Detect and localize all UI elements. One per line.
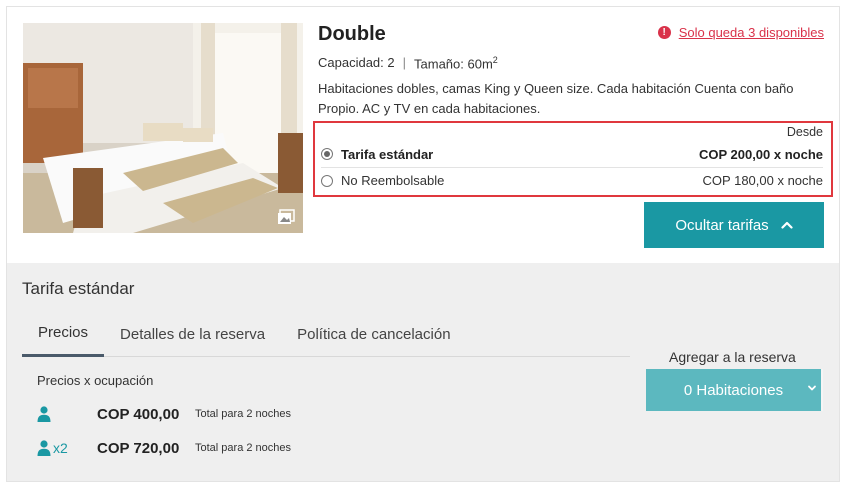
availability-link[interactable]: Solo queda 3 disponibles [679, 25, 824, 40]
capacity-text: Capacidad: 2 [318, 55, 395, 70]
availability-notice[interactable]: ! Solo queda 3 disponibles [657, 25, 824, 40]
price-note: Total para 2 noches [195, 408, 292, 420]
tab-prices[interactable]: Precios [22, 311, 105, 357]
rooms-select-value: 0 Habitaciones [683, 381, 784, 399]
rate-name: Tarifa estándar [341, 146, 434, 162]
rooms-quantity-select[interactable]: 0 Habitaciones [646, 369, 823, 411]
price-row-single: COP 400,00 Total para 2 noches [37, 406, 291, 423]
rate-radio-nonrefundable[interactable] [321, 174, 333, 187]
rate-name: No Reembolsable [341, 173, 445, 188]
rate-price: COP 180,00 x noche [702, 173, 823, 188]
person-icon [37, 406, 51, 422]
rate-details-title: Tarifa estándar [22, 279, 135, 298]
rate-option-nonrefundable[interactable]: No Reembolsable COP 180,00 x noche [321, 167, 823, 193]
person-icon [37, 440, 51, 456]
room-title: Double [318, 23, 386, 45]
chevron-down-icon [808, 385, 816, 391]
price-amount: COP 400,00 [97, 405, 180, 423]
price-amount: COP 720,00 [97, 439, 180, 457]
size-sup: 2 [492, 55, 498, 65]
add-to-booking-label: Agregar a la reserva [669, 349, 796, 365]
rate-radio-standard[interactable] [321, 148, 333, 160]
gallery-icon[interactable] [277, 209, 295, 225]
hide-rates-label: Ocultar tarifas [675, 216, 769, 234]
tab-cancellation-policy[interactable]: Política de cancelación [281, 311, 466, 357]
tab-booking-details[interactable]: Detalles de la reserva [104, 311, 281, 357]
size-text: Tamaño: 60m2 [414, 55, 498, 71]
rate-details-panel: Tarifa estándar Precios Detalles de la r… [7, 263, 839, 481]
room-card: Double ! Solo queda 3 disponibles Capaci… [6, 6, 840, 482]
size-label: Tamaño: 60m [414, 56, 493, 72]
price-note: Total para 2 noches [195, 442, 292, 454]
price-row-double: x2 COP 720,00 Total para 2 noches [37, 440, 291, 457]
warning-icon: ! [657, 26, 671, 39]
room-meta: Capacidad: 2 | Tamaño: 60m2 [318, 55, 498, 71]
from-label: Desde [786, 125, 823, 139]
room-photo[interactable] [23, 23, 303, 233]
occupancy-multiplier: x2 [53, 440, 68, 456]
hide-rates-button[interactable]: Ocultar tarifas [644, 202, 824, 248]
meta-separator: | [402, 55, 407, 70]
rate-option-standard[interactable]: Tarifa estándar COP 200,00 x noche [321, 141, 823, 167]
details-tabs: Precios Detalles de la reserva Política … [22, 311, 630, 357]
occupancy-label: Precios x ocupación [37, 373, 154, 388]
rates-box: Desde Tarifa estándar COP 200,00 x noche… [313, 121, 833, 197]
chevron-up-icon [781, 221, 793, 229]
rate-price: COP 200,00 x noche [698, 146, 823, 162]
room-description: Habitaciones dobles, camas King y Queen … [318, 81, 794, 116]
